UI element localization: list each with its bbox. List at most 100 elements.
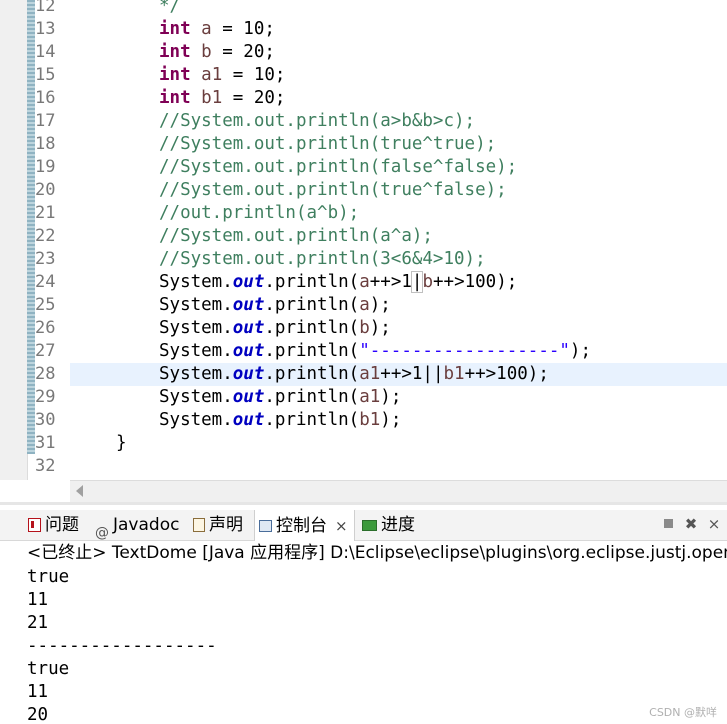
terminate-icon[interactable] (661, 516, 677, 532)
code-token: .println( (264, 272, 360, 292)
code-line[interactable]: 23 //System.out.println(3<6&4>10); (0, 248, 727, 271)
console-output-line: true (27, 567, 70, 587)
code-token: b (359, 318, 370, 338)
code-line[interactable]: 24 System.out.println(a++>1|b++>100); (0, 271, 727, 294)
line-number: 30 (35, 410, 56, 430)
code-text: //System.out.println(true^false); (159, 179, 507, 202)
code-token: System. (159, 341, 233, 361)
line-number: 16 (35, 88, 56, 108)
tab-label: Javadoc (113, 515, 180, 535)
code-line[interactable]: 32 (0, 455, 727, 478)
horizontal-scrollbar[interactable] (70, 480, 727, 503)
line-number: 31 (35, 433, 56, 453)
code-token: a (359, 272, 370, 292)
code-token: ); (380, 387, 402, 407)
code-line[interactable]: 28 System.out.println(a1++>1||b1++>100); (35, 363, 727, 386)
remove-all-terminated-icon[interactable]: ✖ (683, 516, 699, 532)
remove-launch-icon[interactable]: ⨯ (706, 516, 722, 532)
console-output[interactable]: true 11 21 ------------------ true 11 20 (27, 566, 727, 724)
code-line[interactable]: 31} (0, 432, 727, 455)
code-token: | (410, 271, 424, 293)
console-output-line: 20 (27, 705, 49, 724)
code-token: //System.out.println(true^true); (159, 134, 497, 154)
scroll-left-arrow-icon[interactable] (76, 485, 83, 497)
problems-icon (28, 518, 41, 532)
code-line[interactable]: 29 System.out.println(a1); (0, 386, 727, 409)
code-token: .println( (264, 318, 360, 338)
code-text: //System.out.println(a^a); (159, 225, 433, 248)
tab-problems[interactable]: 问题 (28, 510, 79, 540)
line-number: 26 (35, 318, 56, 338)
code-token: */ (159, 0, 181, 16)
code-line[interactable]: 27 System.out.println("------------------… (0, 340, 727, 363)
code-token: a1 (201, 65, 223, 85)
code-token: ++>100); (464, 364, 549, 384)
code-line[interactable]: 25 System.out.println(a); (0, 294, 727, 317)
console-output-line: 21 (27, 613, 49, 633)
code-token: .println( (264, 364, 360, 384)
code-token: ++>1|| (380, 364, 444, 384)
code-line[interactable]: 21 //out.println(a^b); (0, 202, 727, 225)
code-line[interactable]: 12 */ (0, 0, 727, 18)
line-number: 22 (35, 226, 56, 246)
code-line[interactable]: 15 int a1 = 10; (0, 64, 727, 87)
code-token: //System.out.println(a^a); (159, 226, 433, 246)
declaration-icon (193, 518, 205, 532)
tab-javadoc[interactable]: @ Javadoc (95, 510, 180, 541)
line-number: 19 (35, 157, 56, 177)
code-line[interactable]: 14 int b = 20; (0, 41, 727, 64)
code-token: System. (159, 410, 233, 430)
code-line[interactable]: 22 //System.out.println(a^a); (0, 225, 727, 248)
code-line[interactable]: 17 //System.out.println(a>b&b>c); (0, 110, 727, 133)
tab-label: 控制台 (276, 515, 327, 536)
code-token: } (116, 433, 127, 453)
code-token: int (159, 88, 191, 108)
line-number: 21 (35, 203, 56, 223)
tab-console[interactable]: 控制台 × (254, 510, 355, 541)
code-token: ++>100); (433, 272, 518, 292)
code-token: = 20; (211, 42, 275, 62)
editor-bottom-border (0, 502, 727, 505)
tab-declaration[interactable]: 声明 (193, 510, 243, 540)
code-token: a1 (359, 387, 381, 407)
code-text: //System.out.println(false^false); (159, 156, 517, 179)
code-line[interactable]: 30 System.out.println(b1); (0, 409, 727, 432)
code-token: System. (159, 295, 233, 315)
console-output-line: ------------------ (27, 636, 217, 656)
code-token: int (159, 42, 191, 62)
console-icon (259, 519, 272, 532)
code-text: System.out.println(a++>1|b++>100); (159, 271, 517, 294)
code-line[interactable]: 20 //System.out.println(true^false); (0, 179, 727, 202)
code-token: = 20; (222, 88, 286, 108)
code-text: int a = 10; (159, 18, 275, 41)
code-line[interactable]: 16 int b1 = 20; (0, 87, 727, 110)
code-editor[interactable]: 12 */ 13 int a = 10; 14 int b = 20; 15 int a1 =… (0, 0, 727, 505)
code-token: b (422, 272, 433, 292)
watermark: CSDN @默咩 (649, 706, 717, 719)
code-line[interactable]: 13 int a = 10; (0, 18, 727, 41)
code-token: = 10; (211, 19, 275, 39)
view-tab-bar: 问题 @ Javadoc 声明 控制台 × 进度 ✖ ⨯ (0, 510, 727, 541)
close-tab-icon[interactable]: × (335, 511, 348, 541)
code-text: */ (159, 0, 180, 18)
code-token: //System.out.println(3<6&4>10); (159, 249, 486, 269)
code-token: out (232, 410, 265, 430)
code-token: System. (159, 387, 233, 407)
javadoc-icon: @ (95, 525, 109, 541)
code-line[interactable]: 26 System.out.println(b); (0, 317, 727, 340)
tab-progress[interactable]: 进度 (362, 510, 415, 540)
code-line[interactable]: 18 //System.out.println(true^true); (0, 133, 727, 156)
line-number: 27 (35, 341, 56, 361)
code-line[interactable]: 19 //System.out.println(false^false); (0, 156, 727, 179)
line-number: 20 (35, 180, 56, 200)
tab-label: 进度 (381, 515, 415, 535)
code-token: //System.out.println(false^false); (159, 157, 518, 177)
code-token: ++>1 (369, 272, 412, 292)
code-token: out (232, 272, 265, 292)
code-token: ); (569, 341, 591, 361)
code-token: ); (369, 295, 391, 315)
code-token: out (232, 295, 265, 315)
line-number: 14 (35, 42, 56, 62)
code-token: a1 (359, 364, 381, 384)
